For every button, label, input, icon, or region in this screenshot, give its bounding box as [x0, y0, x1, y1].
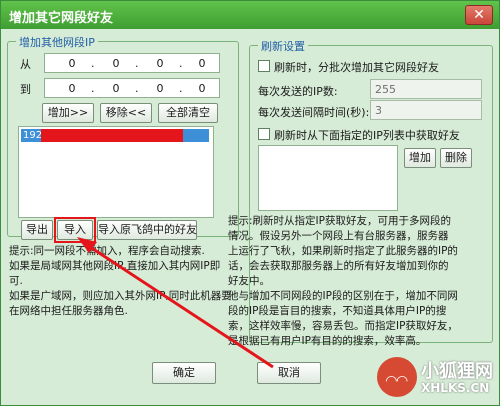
annotation-arrow: [77, 237, 274, 369]
watermark-url: XHLKS.CN: [421, 381, 490, 395]
fox-logo-icon: ◠◠: [377, 357, 417, 397]
dialog-window: 增加其它网段好友 ✕ 增加其他网段IP 从 0 . 0 . 0 . 0 到 0 …: [0, 0, 500, 406]
watermark-name: 小狐狸网: [421, 361, 493, 382]
site-watermark: ◠◠ 小狐狸网 XHLKS.CN: [377, 351, 495, 403]
